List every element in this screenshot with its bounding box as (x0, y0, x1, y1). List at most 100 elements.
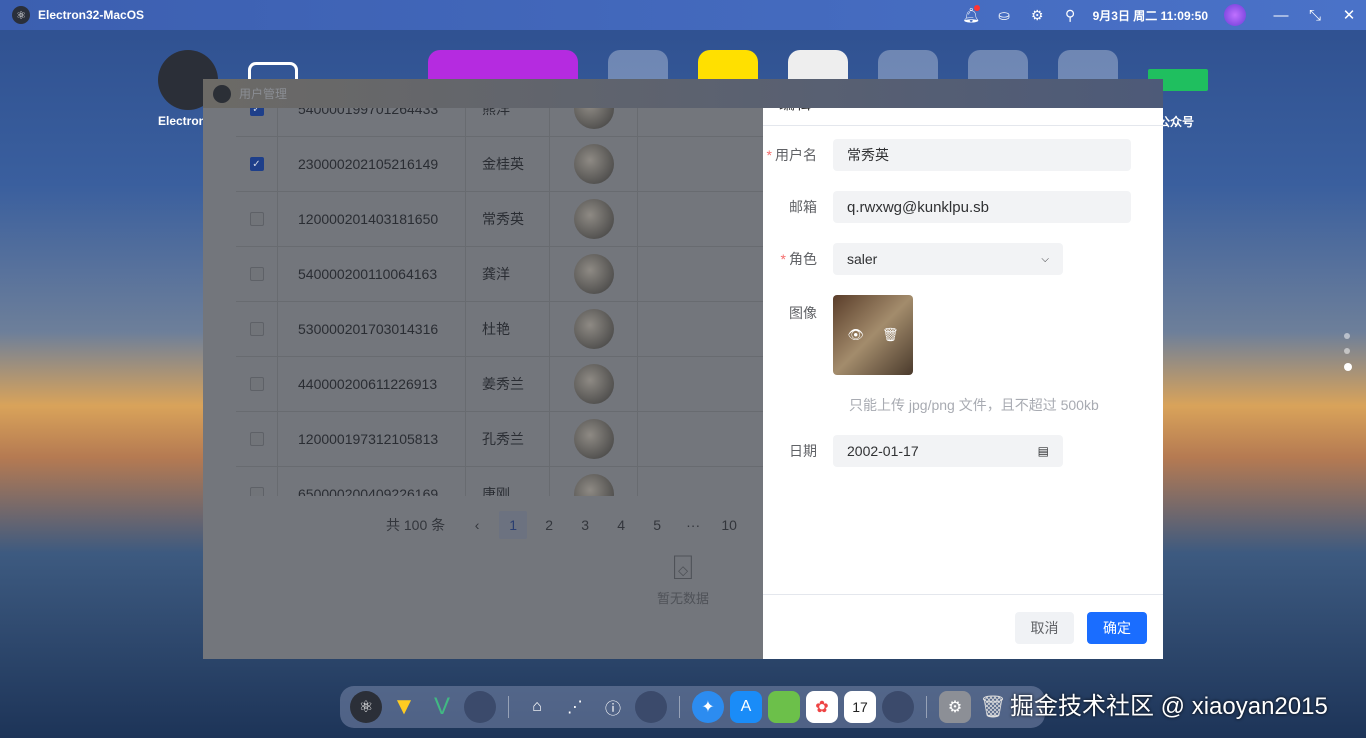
row-checkbox[interactable]: ✓ (250, 157, 264, 171)
row-checkbox[interactable] (250, 432, 264, 446)
cancel-button[interactable]: 取消 (1015, 612, 1074, 644)
dock-appstore-icon[interactable]: A (730, 691, 762, 723)
top-bar: ⚛ Electron32-MacOS 🔔︎ ⛀ ⚙ ⚲ 9月3日 周二 11:0… (0, 0, 1366, 30)
image-label: 图像 (789, 305, 817, 321)
dock-vite-icon[interactable]: ▼ (388, 691, 420, 723)
page-ellipsis[interactable]: ··· (675, 517, 711, 533)
page-dot[interactable] (1344, 348, 1350, 354)
cell-id: 540000199701264433 (278, 108, 466, 137)
dock-maps-icon[interactable] (768, 691, 800, 723)
watermark: 掘金技术社区 @ xiaoyan2015 (1010, 686, 1328, 721)
page-3[interactable]: 3 (567, 517, 603, 533)
cell-avatar (574, 144, 614, 184)
prev-page-button[interactable]: ‹ (459, 517, 495, 533)
cell-avatar (574, 419, 614, 459)
row-checkbox[interactable] (250, 322, 264, 336)
date-value: 2002-01-17 (847, 443, 919, 459)
user-avatar[interactable] (1224, 4, 1246, 26)
row-checkbox[interactable] (250, 377, 264, 391)
cell-name: 龚洋 (466, 247, 550, 302)
bell-icon[interactable]: 🔔︎ (955, 7, 988, 24)
dock-apps-icon[interactable] (635, 691, 667, 723)
edit-dialog: 编辑× *用户名 常秀英 邮箱 q.rwxwg@kunklpu.sb *角色 s… (763, 79, 1163, 659)
date-picker[interactable]: 2002-01-17 ▤ (833, 435, 1063, 467)
empty-box-icon: ⌺ (643, 549, 723, 588)
cell-id: 120000197312105813 (278, 412, 466, 467)
role-select[interactable]: saler ⌵ (833, 243, 1063, 275)
desktop-label-wechat: 公众号 (1158, 113, 1194, 130)
dock-home-icon[interactable]: ⌂ (521, 691, 553, 723)
calendar-icon: ▤ (1038, 444, 1049, 458)
dock-safari-icon[interactable]: ✦ (692, 691, 724, 723)
cell-avatar (574, 254, 614, 294)
email-label: 邮箱 (789, 199, 817, 215)
page-dot[interactable] (1344, 333, 1350, 339)
cell-id: 230000202105216149 (278, 137, 466, 192)
cell-id: 540000200110064163 (278, 247, 466, 302)
trash-icon[interactable]: 🗑︎ (882, 327, 899, 343)
maximize-button[interactable]: ⤡ (1298, 7, 1332, 24)
page-2[interactable]: 2 (531, 517, 567, 533)
dock-calendar-icon[interactable]: 17 (844, 691, 876, 723)
dock-electron-icon[interactable]: ⚛ (350, 691, 382, 723)
cell-avatar (574, 309, 614, 349)
electron-logo-icon: ⚛ (12, 6, 30, 24)
dock-trash-icon[interactable]: 🗑︎ (977, 691, 1009, 723)
image-thumbnail[interactable]: 👁︎ 🗑︎ (833, 295, 913, 375)
row-checkbox[interactable]: ✓ (250, 108, 264, 116)
cell-id: 120000201403181650 (278, 192, 466, 247)
page-dot-active[interactable] (1344, 363, 1352, 371)
dock-chart-icon[interactable]: ⋰ (559, 691, 591, 723)
desktop-label-electron: Electron (158, 114, 206, 128)
cell-name: 常秀英 (466, 192, 550, 247)
chevron-down-icon: ⌵ (1041, 254, 1049, 265)
row-checkbox[interactable] (250, 487, 264, 496)
app-title: Electron32-MacOS (38, 8, 144, 22)
minimize-button[interactable]: — (1264, 7, 1298, 24)
pagination-total: 共 100 条 (386, 515, 445, 535)
cell-id: 440000200611226913 (278, 357, 466, 412)
email-input[interactable]: q.rwxwg@kunklpu.sb (833, 191, 1131, 223)
username-label: 用户名 (775, 147, 817, 163)
gear-icon[interactable]: ⚙ (1021, 7, 1054, 24)
dock: ⚛ ▼ V ⌂ ⋰ ⓘ ✦ A ✿ 17 ⚙ 🗑︎ (340, 686, 1045, 728)
eye-icon[interactable]: 👁︎ (847, 327, 864, 343)
cell-name: 杜艳 (466, 302, 550, 357)
cell-avatar (574, 474, 614, 496)
cell-name: 金桂英 (466, 137, 550, 192)
page-5[interactable]: 5 (639, 517, 675, 533)
empty-text: 暂无数据 (643, 588, 723, 607)
page-1[interactable]: 1 (499, 511, 527, 539)
dock-photos-icon[interactable]: ✿ (806, 691, 838, 723)
cell-id: 650000200409226169 (278, 467, 466, 497)
dock-vite-vue-icon[interactable] (464, 691, 496, 723)
page-10[interactable]: 10 (711, 517, 747, 533)
cell-id: 530000201703014316 (278, 302, 466, 357)
username-input[interactable]: 常秀英 (833, 139, 1131, 171)
pin-icon[interactable]: ⚲ (1054, 7, 1087, 24)
required-mark: * (767, 147, 772, 163)
cell-avatar (574, 364, 614, 404)
clock: 9月3日 周二 11:09:50 (1093, 7, 1208, 24)
row-checkbox[interactable] (250, 212, 264, 226)
role-label: 角色 (789, 251, 817, 267)
cell-name: 唐刚 (466, 467, 550, 497)
dock-settings-icon[interactable]: ⚙ (939, 691, 971, 723)
confirm-button[interactable]: 确定 (1087, 612, 1147, 644)
window-titlebar[interactable]: 用户管理 (203, 79, 1163, 108)
dock-vue-icon[interactable]: V (426, 691, 458, 723)
page-indicator (1344, 333, 1352, 380)
close-window-button[interactable]: ✕ (1332, 6, 1366, 24)
dock-info-icon[interactable]: ⓘ (597, 691, 629, 723)
app-icon (213, 85, 231, 103)
role-value: saler (847, 251, 877, 267)
cell-avatar (574, 108, 614, 129)
required-mark: * (781, 251, 786, 267)
notification-dot (974, 5, 980, 11)
page-4[interactable]: 4 (603, 517, 639, 533)
cell-name: 姜秀兰 (466, 357, 550, 412)
paint-bucket-icon[interactable]: ⛀ (988, 7, 1021, 24)
dock-widgets-icon[interactable] (882, 691, 914, 723)
date-label: 日期 (789, 443, 817, 459)
row-checkbox[interactable] (250, 267, 264, 281)
